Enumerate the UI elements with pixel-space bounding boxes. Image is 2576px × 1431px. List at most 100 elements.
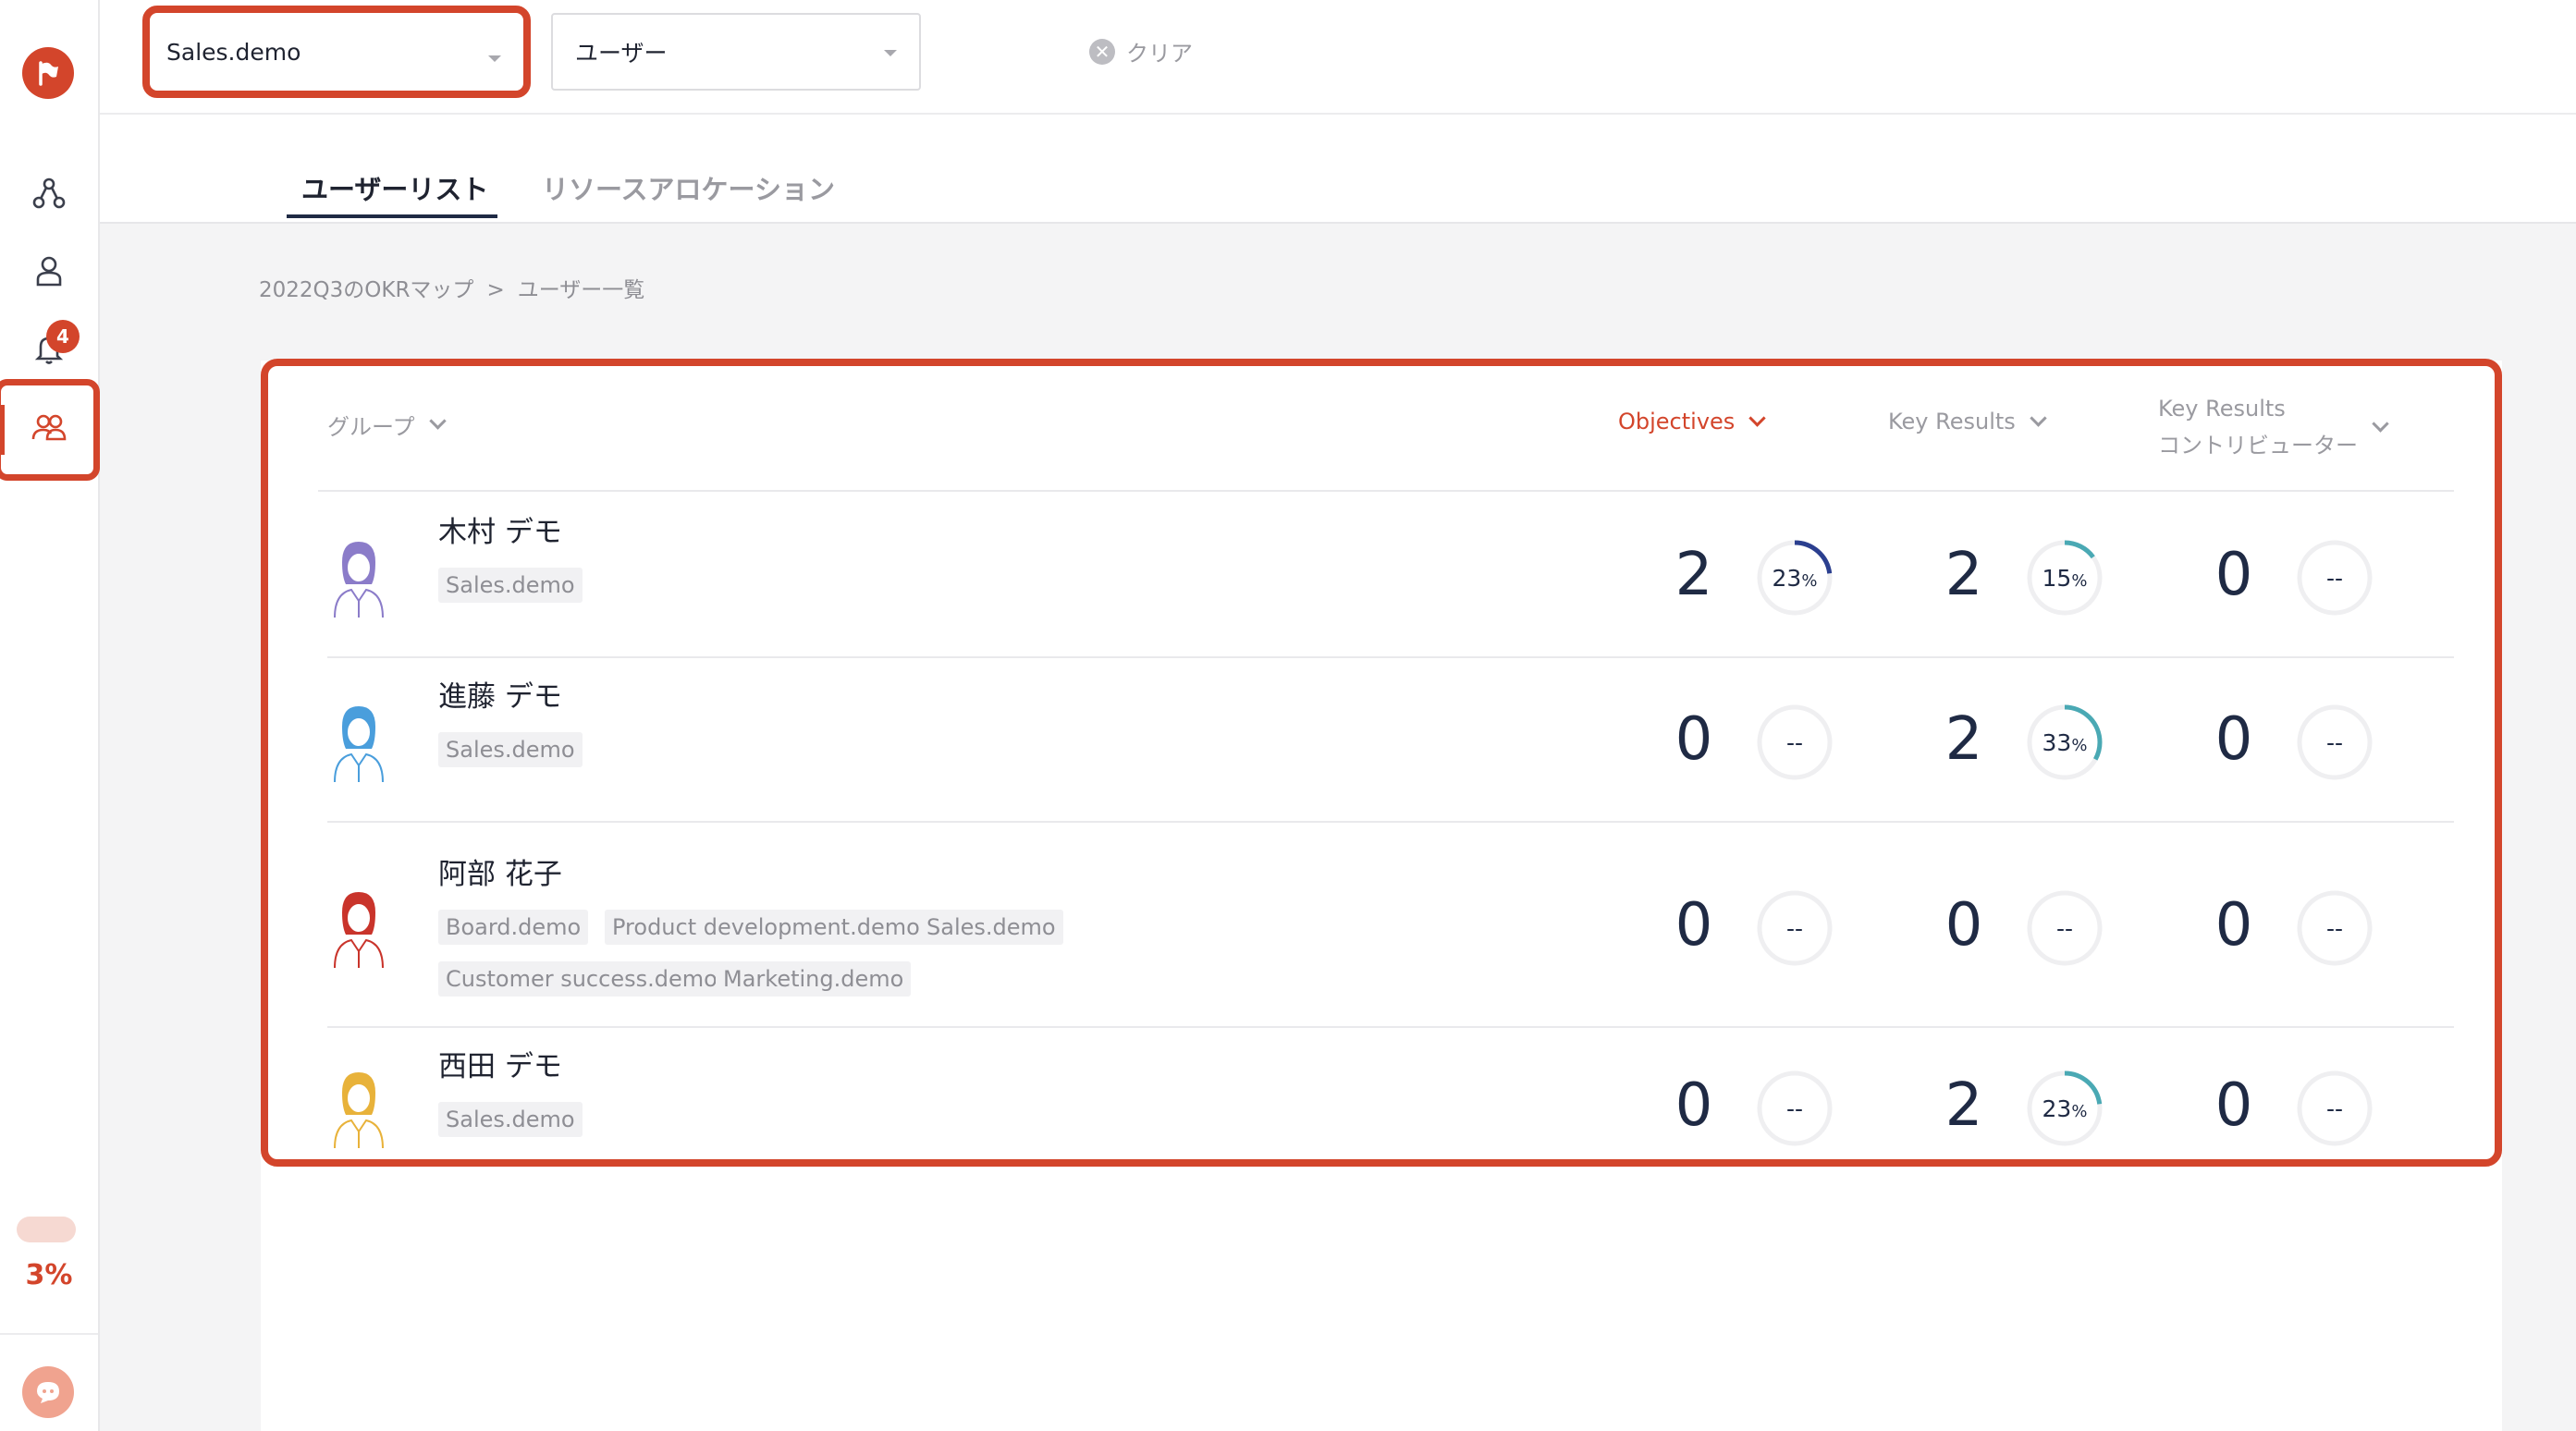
table-row[interactable]: 木村 デモ Sales.demo 2 23% 2 15% 0 --: [268, 492, 2509, 656]
progress-percent-label: --: [2293, 536, 2376, 619]
objectives-count: 0: [1674, 891, 1713, 960]
chevron-down-icon: [2372, 414, 2389, 433]
objectives-progress-ring: --: [1753, 1067, 1836, 1150]
filter-bar: Sales.demo ユーザー ✕ クリア: [100, 0, 2576, 115]
user-name[interactable]: 阿部 花子: [438, 850, 562, 892]
key-results-progress-ring: 33%: [2023, 701, 2106, 784]
breadcrumb-separator: >: [486, 278, 505, 302]
key-results-count: 2: [1944, 705, 1983, 774]
breadcrumb-map-link[interactable]: 2022Q3のOKRマップ: [259, 278, 473, 302]
progress-percent-label: 15%: [2023, 536, 2106, 619]
column-header-key-results[interactable]: Key Results: [1888, 409, 2047, 434]
app-logo-flag-icon[interactable]: [22, 47, 74, 99]
breadcrumb: 2022Q3のOKRマップ > ユーザー一覧: [259, 272, 644, 303]
progress-value: 23: [1772, 564, 1802, 592]
avatar: [324, 536, 394, 619]
column-header-label: グループ: [327, 414, 415, 440]
contributor-count: 0: [2214, 541, 2253, 609]
progress-value: --: [2325, 564, 2344, 592]
user-name[interactable]: 木村 デモ: [438, 508, 562, 550]
progress-value: 15: [2042, 564, 2072, 592]
avatar: [324, 887, 394, 970]
column-header-kr-contributor[interactable]: Key Results コントリビューター: [2158, 390, 2389, 464]
contributor-count: 0: [2214, 1071, 2253, 1140]
group-select-value: Sales.demo: [166, 38, 301, 66]
user-name[interactable]: 西田 デモ: [438, 1043, 562, 1084]
contributor-progress-ring: --: [2293, 1067, 2376, 1150]
progress-value: --: [2325, 728, 2344, 756]
progress-percent-label: 23%: [2023, 1067, 2106, 1150]
percent-sign: %: [2071, 570, 2088, 591]
objectives-progress-ring: --: [1753, 887, 1836, 970]
sidebar: 4 3%: [0, 0, 100, 1431]
progress-percent-label: --: [1753, 1067, 1836, 1150]
column-header-label: Key Results: [2158, 396, 2286, 422]
table-row[interactable]: 進藤 デモ Sales.demo 0 -- 2 33% 0 --: [268, 656, 2509, 821]
notification-badge: 4: [46, 320, 80, 353]
tab-user-list[interactable]: ユーザーリスト: [301, 168, 488, 207]
avatar: [324, 1067, 394, 1150]
breadcrumb-current: ユーザー一覧: [517, 278, 645, 302]
progress-value: --: [2055, 914, 2074, 942]
percent-sign: %: [1801, 570, 1818, 591]
user-select[interactable]: ユーザー: [551, 13, 921, 91]
table-row[interactable]: 西田 デモ Sales.demo 0 -- 2 23% 0 --: [268, 1026, 2509, 1183]
tab-resource-allocation[interactable]: リソースアロケーション: [542, 168, 835, 207]
active-tab-underline: [287, 214, 497, 218]
group-tag: Board.demo: [438, 910, 589, 945]
progress-percent-label: --: [1753, 887, 1836, 970]
progress-percent-label: 23%: [1753, 536, 1836, 619]
key-results-count: 2: [1944, 1071, 1983, 1140]
progress-percent-label: --: [2023, 887, 2106, 970]
group-tag: Sales.demo: [919, 910, 1063, 945]
column-header-group[interactable]: グループ: [327, 409, 447, 441]
percent-sign: %: [2071, 735, 2088, 755]
highlight-box-users-nav: [0, 379, 100, 481]
contributor-progress-ring: --: [2293, 701, 2376, 784]
progress-pill: [17, 1217, 76, 1242]
progress-percent-label: --: [2293, 701, 2376, 784]
percent-sign: %: [2071, 1101, 2088, 1121]
contributor-count: 0: [2214, 705, 2253, 774]
objectives-count: 2: [1674, 541, 1713, 609]
progress-value: --: [1785, 1095, 1804, 1122]
column-header-objectives[interactable]: Objectives: [1618, 409, 1767, 434]
progress-percent-label: --: [2293, 1067, 2376, 1150]
progress-value: --: [1785, 914, 1804, 942]
group-tag: Product development.demo: [605, 910, 927, 945]
column-header-label: Objectives: [1618, 409, 1736, 434]
clear-label: クリア: [1126, 41, 1193, 67]
column-header-label: Key Results: [1888, 409, 2016, 434]
key-results-progress-ring: 15%: [2023, 536, 2106, 619]
clear-button[interactable]: ✕ クリア: [1089, 35, 1193, 67]
group-tag: Sales.demo: [438, 568, 583, 603]
objectives-count: 0: [1674, 705, 1713, 774]
column-header-label: コントリビューター: [2158, 433, 2358, 459]
chat-icon[interactable]: [22, 1366, 74, 1418]
chevron-down-icon: [488, 55, 501, 62]
table-row[interactable]: 阿部 花子 Board.demo Product development.demo S…: [268, 821, 2509, 1026]
objectives-count: 0: [1674, 1071, 1713, 1140]
contributor-progress-ring: --: [2293, 536, 2376, 619]
user-icon[interactable]: [28, 250, 70, 292]
avatar: [324, 701, 394, 784]
sidebar-divider: [0, 1333, 98, 1335]
contributor-progress-ring: --: [2293, 887, 2376, 970]
contributor-count: 0: [2214, 891, 2253, 960]
chevron-down-icon: [2030, 409, 2047, 427]
key-results-progress-ring: --: [2023, 887, 2106, 970]
chevron-down-icon: [428, 412, 447, 430]
progress-value: 33: [2042, 728, 2072, 756]
progress-percent: 3%: [25, 1259, 73, 1291]
progress-value: --: [2325, 914, 2344, 942]
progress-percent-label: --: [1753, 701, 1836, 784]
okr-map-icon[interactable]: [28, 172, 70, 214]
tab-bar: ユーザーリスト リソースアロケーション: [100, 113, 2576, 224]
key-results-progress-ring: 23%: [2023, 1067, 2106, 1150]
user-name[interactable]: 進藤 デモ: [438, 673, 562, 715]
chevron-down-icon: [884, 50, 897, 56]
group-tag: Sales.demo: [438, 1102, 583, 1137]
group-tag: Marketing.demo: [716, 961, 912, 997]
group-select[interactable]: Sales.demo: [142, 6, 531, 98]
progress-percent-label: 33%: [2023, 701, 2106, 784]
